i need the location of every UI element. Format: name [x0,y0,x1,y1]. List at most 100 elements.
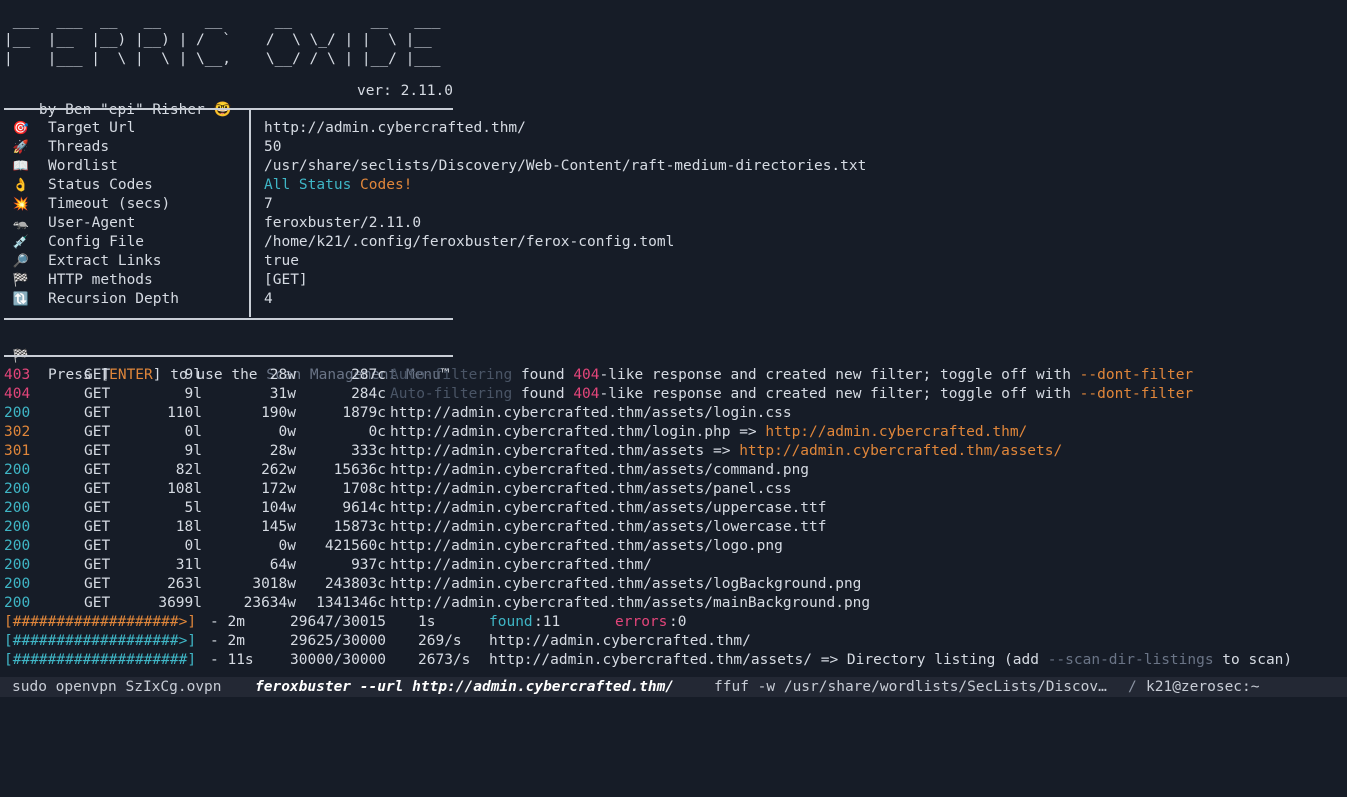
char-count: 1708c [342,481,386,497]
config-key: User-Agent [48,215,136,231]
line-count: 263l [167,576,202,592]
line-count: 31l [175,557,202,573]
result-url: Auto-filtering found 404-like response a… [390,367,1194,383]
line-count: 82l [175,462,202,478]
char-count: 1341346c [316,595,386,611]
config-value: All Status Codes! [264,177,413,193]
tab-ffuf[interactable]: ffuf -w /usr/share/wordlists/SecLists/Di… [714,677,1107,697]
word-count: 104w [261,500,296,516]
tab-shell[interactable]: k21@zerosec:~ [1146,677,1260,697]
config-key: Recursion Depth [48,291,179,307]
recursion-icon: 🔃 [12,292,30,307]
status-code: 200 [4,481,31,497]
result-url: Auto-filtering found 404-like response a… [390,386,1194,402]
http-method: GET [84,405,111,421]
ascii-banner: ___ ___ __ __ __ __ __ ___ |__ |__ |__) … [4,13,441,67]
config-value: feroxbuster/2.11.0 [264,215,422,231]
request-count: 30000/30000 [290,652,387,668]
line-count: 18l [175,519,202,535]
config-value: 4 [264,291,273,307]
http-method: GET [84,519,111,535]
word-count: 64w [269,557,296,573]
http-method: GET [84,500,111,516]
press-enter-line: 🏁 Press [ENTER] to use the Scan Manageme… [12,349,450,383]
char-count: 287c [351,367,386,383]
http-method: GET [84,424,111,440]
http-method: GET [84,367,111,383]
config-value: [GET] [264,272,308,288]
divider-bottom [4,355,453,357]
word-count: 262w [261,462,296,478]
status-code: 200 [4,519,31,535]
char-count: 333c [351,443,386,459]
line-count: 108l [167,481,202,497]
terminal-window[interactable]: ___ ___ __ __ __ __ __ ___ |__ |__ |__) … [0,0,1347,677]
line-count: 9l [184,367,202,383]
errors-count: :0 [669,614,687,630]
line-count: 0l [184,424,202,440]
result-url: http://admin.cybercrafted.thm/assets => … [390,443,1063,459]
rocket-icon: 🚀 [12,140,30,155]
status-code: 200 [4,405,31,421]
progress-bar: [###################>] [4,614,197,630]
char-count: 1879c [342,405,386,421]
checkered-flag-icon: 🏁 [12,273,30,288]
progress-bar: [####################] [4,652,197,668]
status-code: 200 [4,557,31,573]
request-rate: 269/s [418,633,462,649]
config-key: Target Url [48,120,136,136]
request-count: 29625/30000 [290,633,387,649]
status-code: 302 [4,424,31,440]
config-key: Status Codes [48,177,153,193]
result-url: http://admin.cybercrafted.thm/assets/com… [390,462,810,478]
badger-icon: 🦡 [12,216,30,231]
syringe-icon: 💉 [12,235,30,250]
result-url: http://admin.cybercrafted.thm/ [390,557,652,573]
progress-bar: [###################>] [4,633,197,649]
config-key: Timeout (secs) [48,196,171,212]
redirect-url: http://admin.cybercrafted.thm/ [765,424,1028,440]
http-method: GET [84,557,111,573]
config-value: /usr/share/seclists/Discovery/Web-Conten… [264,158,867,174]
http-method: GET [84,595,111,611]
word-count: 28w [269,367,296,383]
line-count: 9l [184,443,202,459]
http-method: GET [84,443,111,459]
line-count: 9l [184,386,202,402]
word-count: 3018w [252,576,296,592]
elapsed-time: - 11s [210,652,254,668]
status-code: 403 [4,367,31,383]
char-count: 937c [351,557,386,573]
request-rate: 1s [418,614,436,630]
status-code: 200 [4,500,31,516]
char-count: 243803c [324,576,386,592]
char-count: 9614c [342,500,386,516]
found-label: found [489,614,533,630]
status-code: 200 [4,595,31,611]
result-url: http://admin.cybercrafted.thm/assets/mai… [390,595,871,611]
http-method: GET [84,538,111,554]
word-count: 28w [269,443,296,459]
book-icon: 📖 [12,159,30,174]
divider-middle [4,318,453,320]
tab-openvpn[interactable]: sudo openvpn SzIxCg.ovpn [12,677,222,697]
http-method: GET [84,481,111,497]
result-url: http://admin.cybercrafted.thm/assets/log… [390,405,792,421]
config-key: Threads [48,139,110,155]
char-count: 15636c [333,462,386,478]
tab-feroxbuster[interactable]: feroxbuster --url http://admin.cybercraf… [255,677,674,697]
divider-top [4,108,453,110]
explosion-icon: 💥 [12,197,30,212]
result-url: http://admin.cybercrafted.thm/assets/log… [390,576,862,592]
result-url: http://admin.cybercrafted.thm/assets/log… [390,538,783,554]
tab-separator: / [1128,679,1137,695]
config-key: Extract Links [48,253,162,269]
http-method: GET [84,462,111,478]
status-code: 200 [4,576,31,592]
config-key: Wordlist [48,158,118,174]
word-count: 172w [261,481,296,497]
result-url: http://admin.cybercrafted.thm/assets/low… [390,519,827,535]
redirect-url: http://admin.cybercrafted.thm/assets/ [739,443,1063,459]
config-value: http://admin.cybercrafted.thm/ [264,120,526,136]
http-method: GET [84,386,111,402]
